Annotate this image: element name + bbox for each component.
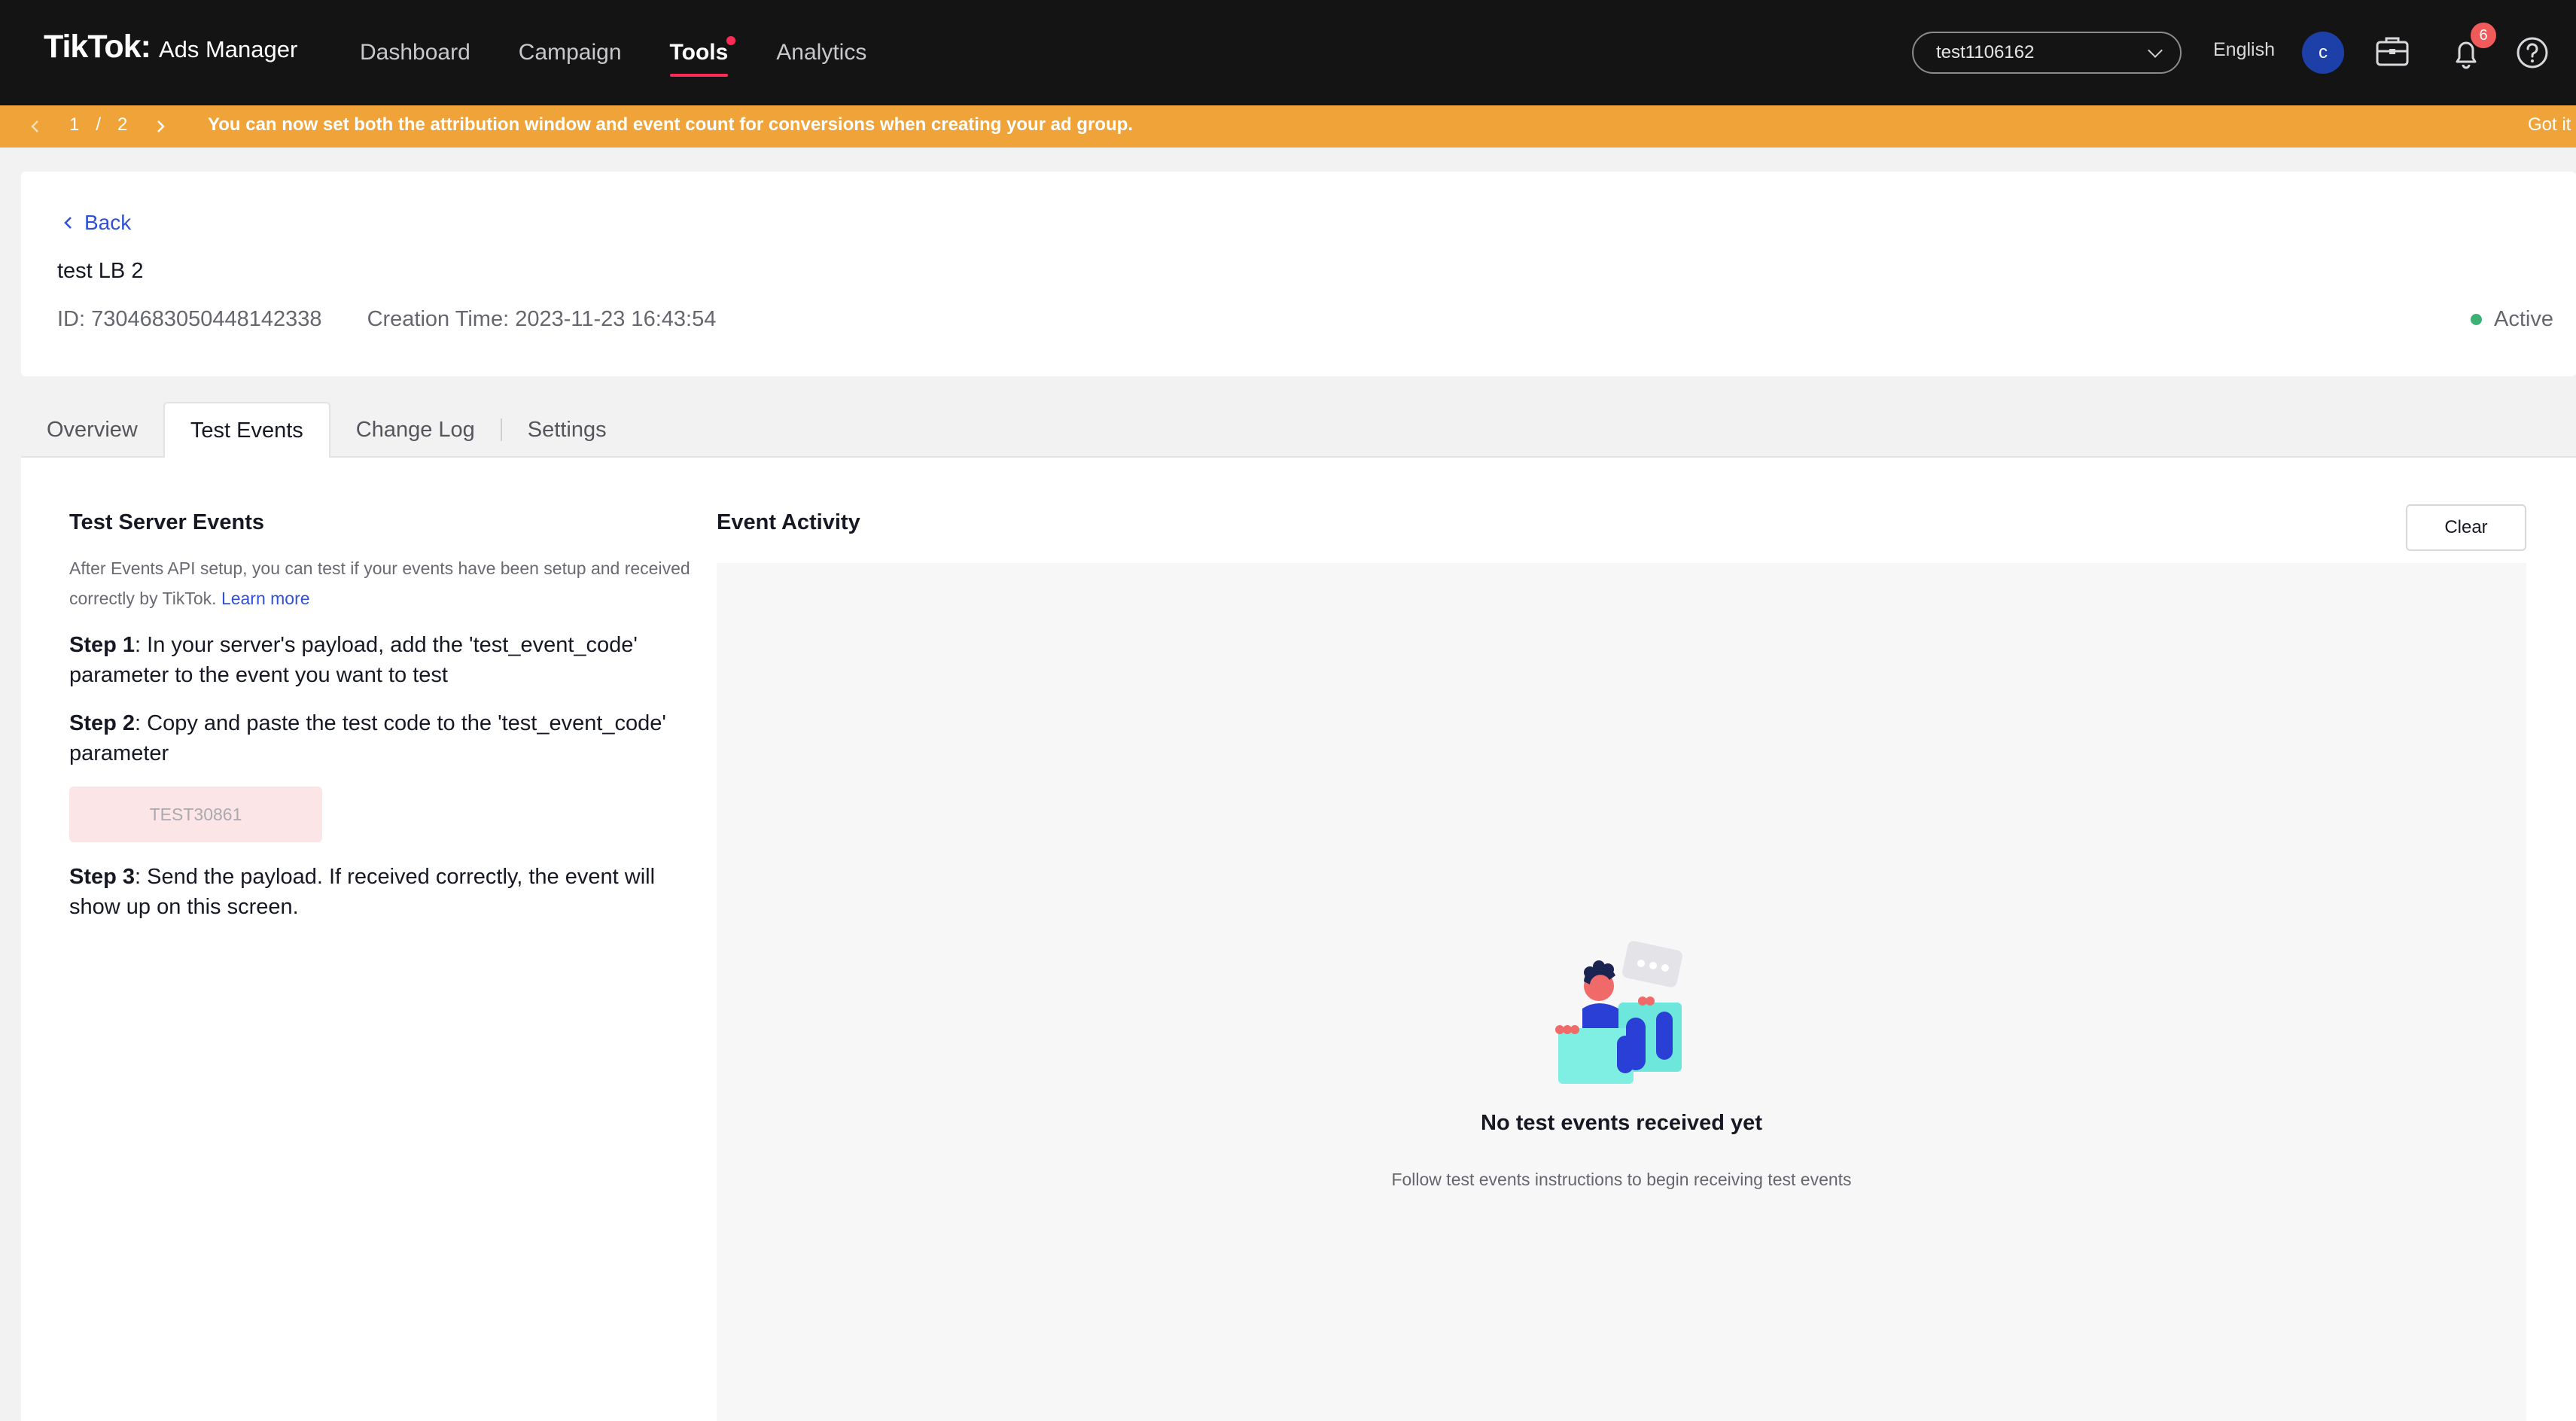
announcement-pager: 1 / 2 <box>69 114 127 135</box>
chevron-right-icon[interactable] <box>152 117 169 135</box>
briefcase-icon[interactable] <box>2370 30 2415 75</box>
active-nav-underline <box>669 74 729 77</box>
nav-tools[interactable]: Tools <box>669 0 736 105</box>
clear-button[interactable]: Clear <box>2406 504 2526 551</box>
top-nav: TikTok : Ads Manager Dashboard Campaign … <box>0 0 2576 105</box>
nav-campaign-label: Campaign <box>518 40 622 65</box>
empty-state-subtitle: Follow test events instructions to begin… <box>1391 1170 1852 1189</box>
brand-logo-text: TikTok <box>44 29 142 65</box>
nav-analytics-label: Analytics <box>776 40 867 65</box>
step-1-label: Step 1 <box>69 633 135 657</box>
user-avatar[interactable]: c <box>2302 32 2344 74</box>
back-link[interactable]: Back <box>62 211 131 235</box>
pixel-id: ID: 7304683050448142338 <box>57 307 322 331</box>
step-2-label: Step 2 <box>69 711 135 735</box>
language-switcher[interactable]: English <box>2213 39 2275 61</box>
step-2: Step 2: Copy and paste the test code to … <box>69 708 702 768</box>
nav-tools-label: Tools <box>669 40 729 65</box>
tab-change-log[interactable]: Change Log <box>330 402 501 458</box>
announcement-message: You can now set both the attribution win… <box>208 114 1133 135</box>
status-dot-icon <box>2471 314 2483 325</box>
step-2-text: : Copy and paste the test code to the 't… <box>69 711 666 765</box>
intro-text: After Events API setup, you can test if … <box>69 558 690 608</box>
new-indicator-dot <box>726 36 736 45</box>
nav-dashboard-label: Dashboard <box>360 40 470 65</box>
pixel-header-card: Back test LB 2 ID: 7304683050448142338 C… <box>21 172 2576 376</box>
nav-campaign[interactable]: Campaign <box>519 0 622 105</box>
back-link-label: Back <box>84 211 132 234</box>
event-activity-area: No test events received yet Follow test … <box>717 563 2526 1421</box>
step-3: Step 3: Send the payload. If received co… <box>69 862 702 922</box>
empty-state-illustration <box>1552 939 1703 1090</box>
step-3-label: Step 3 <box>69 865 135 889</box>
tab-settings-label: Settings <box>527 417 607 442</box>
brand-logo[interactable]: TikTok : Ads Manager <box>44 29 297 65</box>
empty-state-title: No test events received yet <box>1481 1111 1762 1135</box>
brand-logo-colon: : <box>140 29 151 65</box>
learn-more-link[interactable]: Learn more <box>221 589 310 608</box>
pixel-meta: ID: 7304683050448142338 Creation Time: 2… <box>57 307 716 332</box>
tab-overview[interactable]: Overview <box>21 402 163 458</box>
main-nav: Dashboard Campaign Tools Analytics <box>360 0 915 105</box>
test-server-events-section: Test Server Events After Events API setu… <box>69 510 702 940</box>
step-1-text: : In your server's payload, add the 'tes… <box>69 633 638 687</box>
pager-total: 2 <box>117 114 128 135</box>
nav-analytics[interactable]: Analytics <box>776 0 866 105</box>
tab-test-events[interactable]: Test Events <box>163 402 330 458</box>
page-title: test LB 2 <box>57 259 144 283</box>
announcement-bar: 1 / 2 You can now set both the attributi… <box>0 105 2576 148</box>
status-label: Active <box>2494 307 2553 331</box>
tab-settings[interactable]: Settings <box>502 402 632 458</box>
test-events-panel: Test Server Events After Events API setu… <box>21 458 2576 1421</box>
chevron-left-icon <box>64 217 72 229</box>
tab-overview-label: Overview <box>47 417 138 442</box>
creation-time: Creation Time: 2023-11-23 16:43:54 <box>367 307 717 331</box>
chevron-left-icon[interactable] <box>27 117 44 135</box>
tab-bar: Overview Test Events Change Log Settings <box>21 402 632 458</box>
pager-separator: / <box>96 114 102 135</box>
nav-dashboard[interactable]: Dashboard <box>360 0 470 105</box>
step-3-text: : Send the payload. If received correctl… <box>69 865 656 919</box>
event-activity-heading: Event Activity <box>717 510 860 534</box>
tab-test-events-label: Test Events <box>190 418 303 443</box>
chevron-down-icon <box>2148 43 2163 58</box>
section-heading: Test Server Events <box>69 510 264 534</box>
account-selector-value: test1106162 <box>1936 42 2035 62</box>
announcement-dismiss-button[interactable]: Got it <box>2528 114 2571 135</box>
pager-current: 1 <box>69 114 80 135</box>
account-selector[interactable]: test1106162 <box>1912 32 2182 74</box>
status-badge: Active <box>2471 307 2553 332</box>
test-code-copy-field[interactable]: TEST30861 <box>69 787 322 842</box>
section-intro: After Events API setup, you can test if … <box>69 553 702 613</box>
notification-badge: 6 <box>2471 23 2496 48</box>
tab-change-log-label: Change Log <box>355 417 475 442</box>
step-1: Step 1: In your server's payload, add th… <box>69 630 702 690</box>
brand-product-name: Ads Manager <box>158 36 298 62</box>
help-icon[interactable] <box>2510 30 2555 75</box>
